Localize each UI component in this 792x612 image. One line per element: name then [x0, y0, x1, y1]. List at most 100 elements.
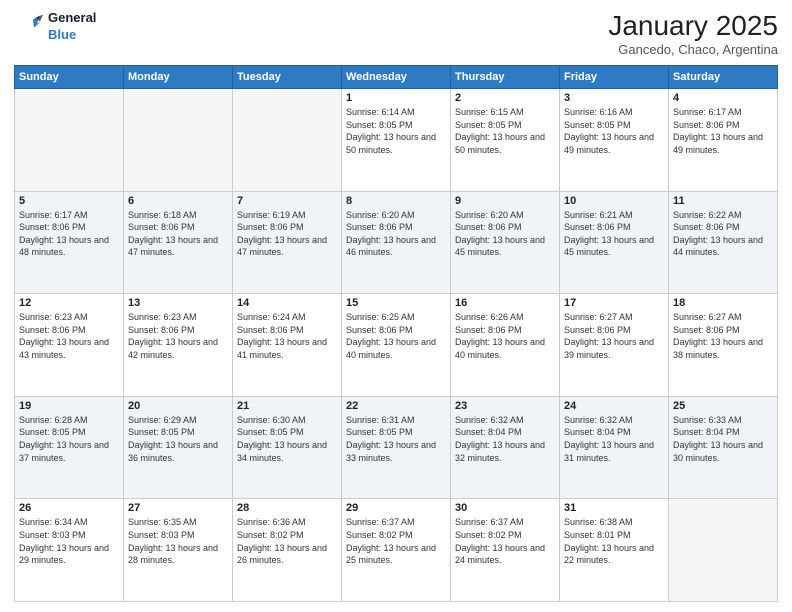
day-info: Sunrise: 6:34 AMSunset: 8:03 PMDaylight:…	[19, 517, 109, 565]
day-info: Sunrise: 6:27 AMSunset: 8:06 PMDaylight:…	[673, 312, 763, 360]
day-info: Sunrise: 6:36 AMSunset: 8:02 PMDaylight:…	[237, 517, 327, 565]
day-number: 20	[128, 400, 228, 412]
day-info: Sunrise: 6:37 AMSunset: 8:02 PMDaylight:…	[346, 517, 436, 565]
day-number: 14	[237, 297, 337, 309]
day-info: Sunrise: 6:14 AMSunset: 8:05 PMDaylight:…	[346, 107, 436, 155]
table-row: 26 Sunrise: 6:34 AMSunset: 8:03 PMDaylig…	[15, 499, 124, 602]
day-number: 5	[19, 195, 119, 207]
month-title: January 2025	[608, 10, 778, 42]
table-row: 21 Sunrise: 6:30 AMSunset: 8:05 PMDaylig…	[233, 396, 342, 499]
table-row: 5 Sunrise: 6:17 AMSunset: 8:06 PMDayligh…	[15, 191, 124, 294]
day-info: Sunrise: 6:24 AMSunset: 8:06 PMDaylight:…	[237, 312, 327, 360]
day-number: 8	[346, 195, 446, 207]
header-saturday: Saturday	[669, 66, 778, 89]
day-number: 21	[237, 400, 337, 412]
day-number: 9	[455, 195, 555, 207]
day-info: Sunrise: 6:31 AMSunset: 8:05 PMDaylight:…	[346, 415, 436, 463]
day-info: Sunrise: 6:19 AMSunset: 8:06 PMDaylight:…	[237, 210, 327, 258]
day-info: Sunrise: 6:38 AMSunset: 8:01 PMDaylight:…	[564, 517, 654, 565]
day-number: 19	[19, 400, 119, 412]
day-info: Sunrise: 6:37 AMSunset: 8:02 PMDaylight:…	[455, 517, 545, 565]
day-number: 30	[455, 502, 555, 514]
day-info: Sunrise: 6:28 AMSunset: 8:05 PMDaylight:…	[19, 415, 109, 463]
table-row: 16 Sunrise: 6:26 AMSunset: 8:06 PMDaylig…	[451, 294, 560, 397]
table-row: 8 Sunrise: 6:20 AMSunset: 8:06 PMDayligh…	[342, 191, 451, 294]
day-info: Sunrise: 6:27 AMSunset: 8:06 PMDaylight:…	[564, 312, 654, 360]
day-info: Sunrise: 6:21 AMSunset: 8:06 PMDaylight:…	[564, 210, 654, 258]
day-number: 29	[346, 502, 446, 514]
weekday-header-row: Sunday Monday Tuesday Wednesday Thursday…	[15, 66, 778, 89]
calendar-week-row: 26 Sunrise: 6:34 AMSunset: 8:03 PMDaylig…	[15, 499, 778, 602]
day-info: Sunrise: 6:33 AMSunset: 8:04 PMDaylight:…	[673, 415, 763, 463]
day-info: Sunrise: 6:30 AMSunset: 8:05 PMDaylight:…	[237, 415, 327, 463]
calendar-week-row: 12 Sunrise: 6:23 AMSunset: 8:06 PMDaylig…	[15, 294, 778, 397]
table-row: 13 Sunrise: 6:23 AMSunset: 8:06 PMDaylig…	[124, 294, 233, 397]
table-row: 31 Sunrise: 6:38 AMSunset: 8:01 PMDaylig…	[560, 499, 669, 602]
day-number: 12	[19, 297, 119, 309]
table-row: 12 Sunrise: 6:23 AMSunset: 8:06 PMDaylig…	[15, 294, 124, 397]
calendar-week-row: 19 Sunrise: 6:28 AMSunset: 8:05 PMDaylig…	[15, 396, 778, 499]
day-number: 11	[673, 195, 773, 207]
table-row: 28 Sunrise: 6:36 AMSunset: 8:02 PMDaylig…	[233, 499, 342, 602]
header-thursday: Thursday	[451, 66, 560, 89]
day-info: Sunrise: 6:35 AMSunset: 8:03 PMDaylight:…	[128, 517, 218, 565]
day-number: 10	[564, 195, 664, 207]
table-row: 19 Sunrise: 6:28 AMSunset: 8:05 PMDaylig…	[15, 396, 124, 499]
day-number: 17	[564, 297, 664, 309]
day-info: Sunrise: 6:29 AMSunset: 8:05 PMDaylight:…	[128, 415, 218, 463]
day-info: Sunrise: 6:25 AMSunset: 8:06 PMDaylight:…	[346, 312, 436, 360]
day-number: 1	[346, 92, 446, 104]
table-row: 2 Sunrise: 6:15 AMSunset: 8:05 PMDayligh…	[451, 89, 560, 192]
day-number: 7	[237, 195, 337, 207]
table-row: 15 Sunrise: 6:25 AMSunset: 8:06 PMDaylig…	[342, 294, 451, 397]
day-number: 23	[455, 400, 555, 412]
day-number: 28	[237, 502, 337, 514]
day-number: 24	[564, 400, 664, 412]
table-row: 30 Sunrise: 6:37 AMSunset: 8:02 PMDaylig…	[451, 499, 560, 602]
table-row: 11 Sunrise: 6:22 AMSunset: 8:06 PMDaylig…	[669, 191, 778, 294]
logo: General Blue	[14, 10, 96, 44]
day-number: 16	[455, 297, 555, 309]
table-row: 9 Sunrise: 6:20 AMSunset: 8:06 PMDayligh…	[451, 191, 560, 294]
table-row: 3 Sunrise: 6:16 AMSunset: 8:05 PMDayligh…	[560, 89, 669, 192]
day-number: 3	[564, 92, 664, 104]
day-info: Sunrise: 6:32 AMSunset: 8:04 PMDaylight:…	[564, 415, 654, 463]
table-row: 4 Sunrise: 6:17 AMSunset: 8:06 PMDayligh…	[669, 89, 778, 192]
table-row: 22 Sunrise: 6:31 AMSunset: 8:05 PMDaylig…	[342, 396, 451, 499]
table-row: 1 Sunrise: 6:14 AMSunset: 8:05 PMDayligh…	[342, 89, 451, 192]
day-info: Sunrise: 6:20 AMSunset: 8:06 PMDaylight:…	[455, 210, 545, 258]
day-number: 25	[673, 400, 773, 412]
table-row: 25 Sunrise: 6:33 AMSunset: 8:04 PMDaylig…	[669, 396, 778, 499]
table-row	[233, 89, 342, 192]
day-number: 13	[128, 297, 228, 309]
table-row: 10 Sunrise: 6:21 AMSunset: 8:06 PMDaylig…	[560, 191, 669, 294]
day-info: Sunrise: 6:17 AMSunset: 8:06 PMDaylight:…	[19, 210, 109, 258]
table-row: 7 Sunrise: 6:19 AMSunset: 8:06 PMDayligh…	[233, 191, 342, 294]
day-info: Sunrise: 6:15 AMSunset: 8:05 PMDaylight:…	[455, 107, 545, 155]
header-sunday: Sunday	[15, 66, 124, 89]
table-row	[669, 499, 778, 602]
title-section: January 2025 Gancedo, Chaco, Argentina	[608, 10, 778, 57]
table-row: 20 Sunrise: 6:29 AMSunset: 8:05 PMDaylig…	[124, 396, 233, 499]
day-info: Sunrise: 6:26 AMSunset: 8:06 PMDaylight:…	[455, 312, 545, 360]
header-wednesday: Wednesday	[342, 66, 451, 89]
day-info: Sunrise: 6:23 AMSunset: 8:06 PMDaylight:…	[128, 312, 218, 360]
header-friday: Friday	[560, 66, 669, 89]
day-info: Sunrise: 6:16 AMSunset: 8:05 PMDaylight:…	[564, 107, 654, 155]
day-number: 6	[128, 195, 228, 207]
page: General Blue January 2025 Gancedo, Chaco…	[0, 0, 792, 612]
location: Gancedo, Chaco, Argentina	[608, 42, 778, 57]
day-info: Sunrise: 6:22 AMSunset: 8:06 PMDaylight:…	[673, 210, 763, 258]
day-number: 2	[455, 92, 555, 104]
day-number: 31	[564, 502, 664, 514]
header-tuesday: Tuesday	[233, 66, 342, 89]
day-info: Sunrise: 6:17 AMSunset: 8:06 PMDaylight:…	[673, 107, 763, 155]
header-monday: Monday	[124, 66, 233, 89]
table-row: 14 Sunrise: 6:24 AMSunset: 8:06 PMDaylig…	[233, 294, 342, 397]
day-number: 18	[673, 297, 773, 309]
header: General Blue January 2025 Gancedo, Chaco…	[14, 10, 778, 57]
calendar-week-row: 1 Sunrise: 6:14 AMSunset: 8:05 PMDayligh…	[15, 89, 778, 192]
day-info: Sunrise: 6:32 AMSunset: 8:04 PMDaylight:…	[455, 415, 545, 463]
table-row	[15, 89, 124, 192]
table-row: 18 Sunrise: 6:27 AMSunset: 8:06 PMDaylig…	[669, 294, 778, 397]
